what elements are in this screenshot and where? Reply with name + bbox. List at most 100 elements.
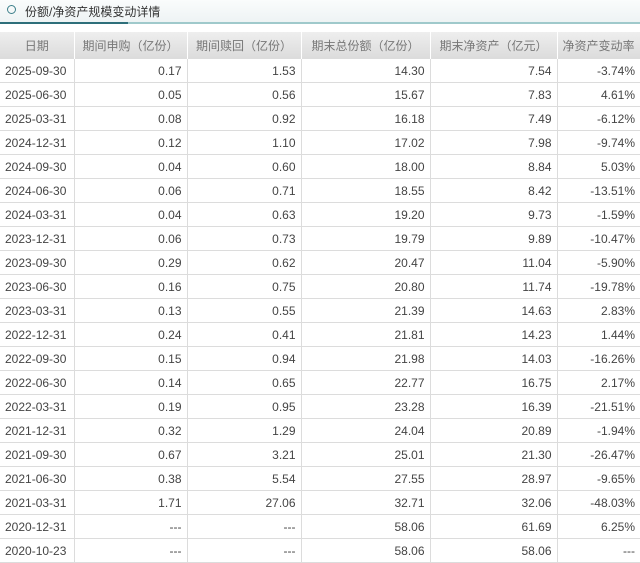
cell-change-rate: 4.61%: [557, 82, 640, 107]
cell-net-assets: 7.83: [430, 82, 558, 107]
cell-total-shares: 19.79: [301, 226, 431, 251]
cell-date: 2022-09-30: [0, 346, 75, 371]
table-row: 2024-12-31 0.12 1.10 17.02 7.98 -9.74%: [0, 130, 640, 155]
section-title: 份额/净资产规模变动详情: [25, 5, 161, 19]
cell-subscription: 0.16: [74, 274, 188, 299]
cell-redemption: 0.95: [187, 394, 302, 419]
cell-total-shares: 20.80: [301, 274, 431, 299]
cell-redemption: 27.06: [187, 490, 302, 515]
header-net-assets[interactable]: 期末净资产（亿元）: [430, 32, 558, 59]
header-date[interactable]: 日期: [0, 32, 75, 59]
header-subscription[interactable]: 期间申购（亿份）: [74, 32, 188, 59]
cell-subscription: 0.06: [74, 226, 188, 251]
cell-change-rate: -16.26%: [557, 346, 640, 371]
cell-change-rate: 2.17%: [557, 370, 640, 395]
cell-total-shares: 14.30: [301, 58, 431, 83]
cell-redemption: 0.92: [187, 106, 302, 131]
header-redemption[interactable]: 期间赎回（亿份）: [187, 32, 302, 59]
cell-subscription: ---: [74, 538, 188, 563]
table-row: 2021-09-30 0.67 3.21 25.01 21.30 -26.47%: [0, 442, 640, 467]
cell-redemption: 0.65: [187, 370, 302, 395]
cell-net-assets: 14.63: [430, 298, 558, 323]
cell-redemption: 0.62: [187, 250, 302, 275]
cell-date: 2024-09-30: [0, 154, 75, 179]
cell-net-assets: 28.97: [430, 466, 558, 491]
table-row: 2023-03-31 0.13 0.55 21.39 14.63 2.83%: [0, 298, 640, 323]
cell-change-rate: -1.59%: [557, 202, 640, 227]
cell-change-rate: -9.74%: [557, 130, 640, 155]
cell-net-assets: 7.49: [430, 106, 558, 131]
cell-subscription: 0.32: [74, 418, 188, 443]
cell-net-assets: 8.42: [430, 178, 558, 203]
cell-date: 2025-06-30: [0, 82, 75, 107]
cell-change-rate: 2.83%: [557, 298, 640, 323]
cell-total-shares: 58.06: [301, 514, 431, 539]
cell-redemption: 1.53: [187, 58, 302, 83]
table-row: 2023-09-30 0.29 0.62 20.47 11.04 -5.90%: [0, 250, 640, 275]
cell-change-rate: -3.74%: [557, 58, 640, 83]
cell-total-shares: 19.20: [301, 202, 431, 227]
cell-subscription: 0.67: [74, 442, 188, 467]
cell-net-assets: 14.23: [430, 322, 558, 347]
cell-net-assets: 16.39: [430, 394, 558, 419]
cell-date: 2021-09-30: [0, 442, 75, 467]
table-row: 2023-06-30 0.16 0.75 20.80 11.74 -19.78%: [0, 274, 640, 299]
cell-redemption: 0.75: [187, 274, 302, 299]
cell-subscription: 0.29: [74, 250, 188, 275]
cell-date: 2024-12-31: [0, 130, 75, 155]
circle-icon: [7, 5, 16, 14]
table-row: 2021-12-31 0.32 1.29 24.04 20.89 -1.94%: [0, 418, 640, 443]
cell-total-shares: 21.98: [301, 346, 431, 371]
table-row: 2024-03-31 0.04 0.63 19.20 9.73 -1.59%: [0, 202, 640, 227]
cell-change-rate: -5.90%: [557, 250, 640, 275]
cell-subscription: 1.71: [74, 490, 188, 515]
table-row: 2025-03-31 0.08 0.92 16.18 7.49 -6.12%: [0, 106, 640, 131]
cell-change-rate: -13.51%: [557, 178, 640, 203]
cell-date: 2021-06-30: [0, 466, 75, 491]
cell-change-rate: 5.03%: [557, 154, 640, 179]
cell-subscription: 0.06: [74, 178, 188, 203]
cell-change-rate: ---: [557, 538, 640, 563]
cell-date: 2025-03-31: [0, 106, 75, 131]
cell-redemption: 5.54: [187, 466, 302, 491]
cell-date: 2025-09-30: [0, 58, 75, 83]
header-total-shares[interactable]: 期末总份额（亿份）: [301, 32, 431, 59]
cell-change-rate: -48.03%: [557, 490, 640, 515]
header-change-rate[interactable]: 净资产变动率: [557, 32, 640, 59]
cell-redemption: 1.10: [187, 130, 302, 155]
table-row: 2022-09-30 0.15 0.94 21.98 14.03 -16.26%: [0, 346, 640, 371]
table-row: 2021-06-30 0.38 5.54 27.55 28.97 -9.65%: [0, 466, 640, 491]
table-row: 2020-12-31 --- --- 58.06 61.69 6.25%: [0, 514, 640, 539]
cell-net-assets: 20.89: [430, 418, 558, 443]
cell-redemption: 0.71: [187, 178, 302, 203]
table-row: 2025-09-30 0.17 1.53 14.30 7.54 -3.74%: [0, 58, 640, 83]
table-row: 2024-09-30 0.04 0.60 18.00 8.84 5.03%: [0, 154, 640, 179]
cell-change-rate: -6.12%: [557, 106, 640, 131]
title-underline-accent: [0, 22, 128, 24]
cell-net-assets: 8.84: [430, 154, 558, 179]
cell-redemption: 0.55: [187, 298, 302, 323]
cell-net-assets: 61.69: [430, 514, 558, 539]
cell-change-rate: 1.44%: [557, 322, 640, 347]
cell-date: 2024-06-30: [0, 178, 75, 203]
cell-change-rate: 6.25%: [557, 514, 640, 539]
cell-redemption: 1.29: [187, 418, 302, 443]
cell-change-rate: -1.94%: [557, 418, 640, 443]
cell-subscription: 0.24: [74, 322, 188, 347]
cell-change-rate: -26.47%: [557, 442, 640, 467]
cell-net-assets: 16.75: [430, 370, 558, 395]
cell-subscription: 0.14: [74, 370, 188, 395]
table-row: 2021-03-31 1.71 27.06 32.71 32.06 -48.03%: [0, 490, 640, 515]
cell-date: 2021-12-31: [0, 418, 75, 443]
cell-change-rate: -19.78%: [557, 274, 640, 299]
cell-redemption: 3.21: [187, 442, 302, 467]
cell-net-assets: 9.89: [430, 226, 558, 251]
table-header-row: 日期 期间申购（亿份） 期间赎回（亿份） 期末总份额（亿份） 期末净资产（亿元）…: [0, 32, 640, 59]
cell-subscription: 0.04: [74, 154, 188, 179]
cell-net-assets: 21.30: [430, 442, 558, 467]
cell-net-assets: 58.06: [430, 538, 558, 563]
cell-redemption: 0.60: [187, 154, 302, 179]
cell-total-shares: 20.47: [301, 250, 431, 275]
cell-net-assets: 32.06: [430, 490, 558, 515]
table-body: 2025-09-30 0.17 1.53 14.30 7.54 -3.74% 2025-06…: [0, 58, 640, 563]
